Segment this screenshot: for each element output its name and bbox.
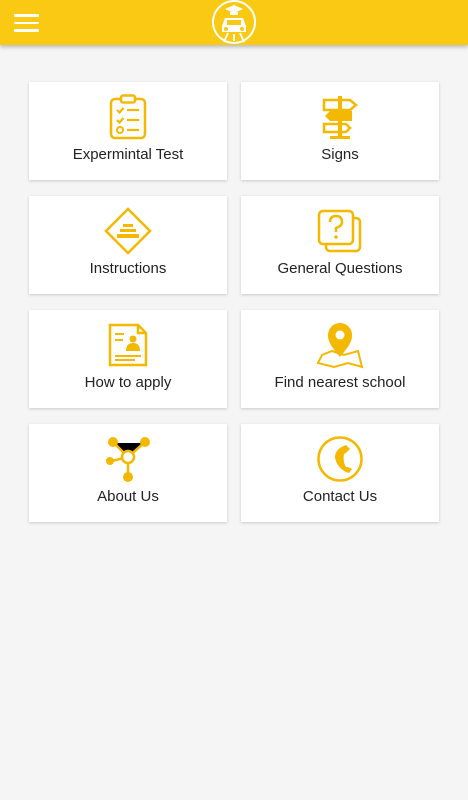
- tile-label: Signs: [321, 146, 359, 163]
- signpost-icon: [316, 93, 364, 141]
- tile-contact-us[interactable]: Contact Us: [241, 424, 439, 522]
- hamburger-menu-icon[interactable]: [14, 10, 44, 36]
- tile-general-questions[interactable]: General Questions: [241, 196, 439, 294]
- app-bar: [0, 0, 468, 45]
- tile-label: About Us: [97, 488, 159, 505]
- tile-label: Expermintal Test: [72, 146, 184, 163]
- tile-how-to-apply[interactable]: How to apply: [29, 310, 227, 408]
- tile-label: Contact Us: [302, 488, 378, 505]
- road-warning-sign-icon: [104, 207, 152, 255]
- map-pin-icon: [316, 321, 364, 369]
- driving-school-car-logo-icon: [212, 0, 256, 44]
- resume-document-icon: [104, 321, 152, 369]
- tile-label: How to apply: [84, 374, 172, 391]
- question-cards-icon: [316, 207, 364, 255]
- menu-grid: Expermintal Test Signs Instructions Gene…: [29, 82, 439, 522]
- tile-experimental-test[interactable]: Expermintal Test: [29, 82, 227, 180]
- phone-circle-icon: [316, 435, 364, 483]
- tile-find-nearest-school[interactable]: Find nearest school: [241, 310, 439, 408]
- tile-about-us[interactable]: About Us: [29, 424, 227, 522]
- tile-label: General Questions: [277, 260, 403, 277]
- tile-instructions[interactable]: Instructions: [29, 196, 227, 294]
- tile-signs[interactable]: Signs: [241, 82, 439, 180]
- clipboard-checklist-icon: [104, 93, 152, 141]
- tile-label: Instructions: [89, 260, 167, 277]
- network-nodes-icon: [104, 435, 152, 483]
- tile-label: Find nearest school: [274, 374, 406, 391]
